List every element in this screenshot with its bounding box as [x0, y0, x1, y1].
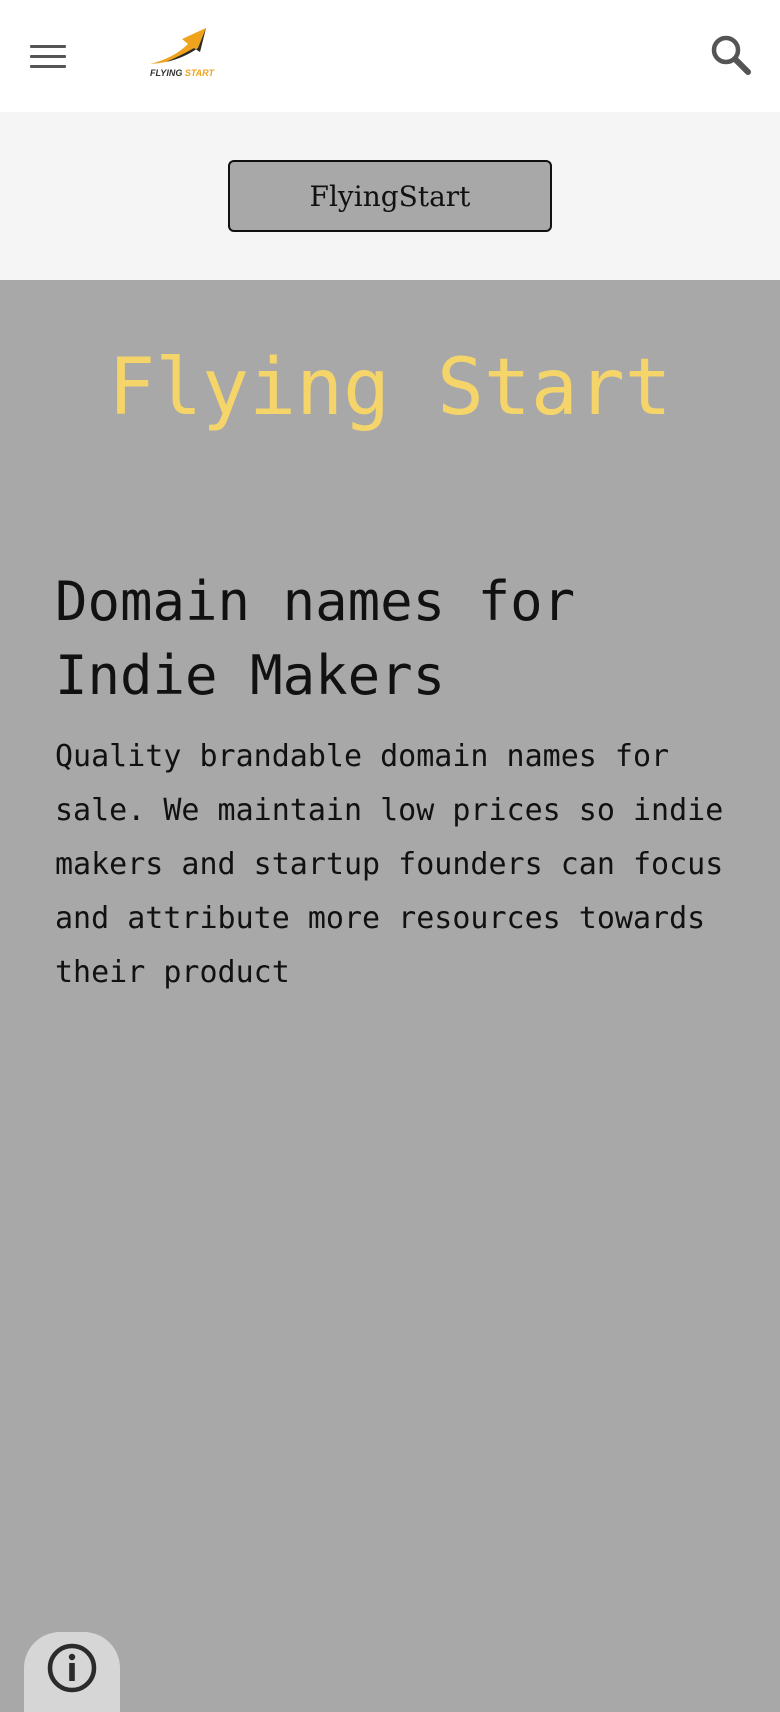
hamburger-menu-icon [30, 44, 66, 48]
logo-arrow-icon [150, 28, 206, 64]
search-icon [711, 35, 751, 75]
headline: Domain names for Indie Makers [55, 570, 576, 707]
info-icon [47, 1643, 97, 1693]
info-button[interactable] [24, 1632, 120, 1712]
flyingstart-button[interactable]: FlyingStart [228, 160, 552, 232]
logo-text: FLYING START [144, 68, 220, 78]
hamburger-menu-icon-bar [30, 54, 66, 58]
logo-text-accent: START [184, 68, 215, 78]
site-logo[interactable]: FLYING START [144, 22, 220, 84]
site-header: FLYING START [0, 0, 780, 112]
site-name-bar: FlyingStart [0, 112, 780, 280]
intro-paragraph: Quality brandable domain names for sale.… [55, 739, 724, 990]
search-button[interactable] [706, 30, 758, 82]
hamburger-menu-icon-bar [30, 64, 66, 68]
menu-button[interactable] [20, 30, 76, 82]
hero-title: Flying Start [108, 343, 672, 433]
logo-text-main: FLYING [149, 68, 183, 78]
